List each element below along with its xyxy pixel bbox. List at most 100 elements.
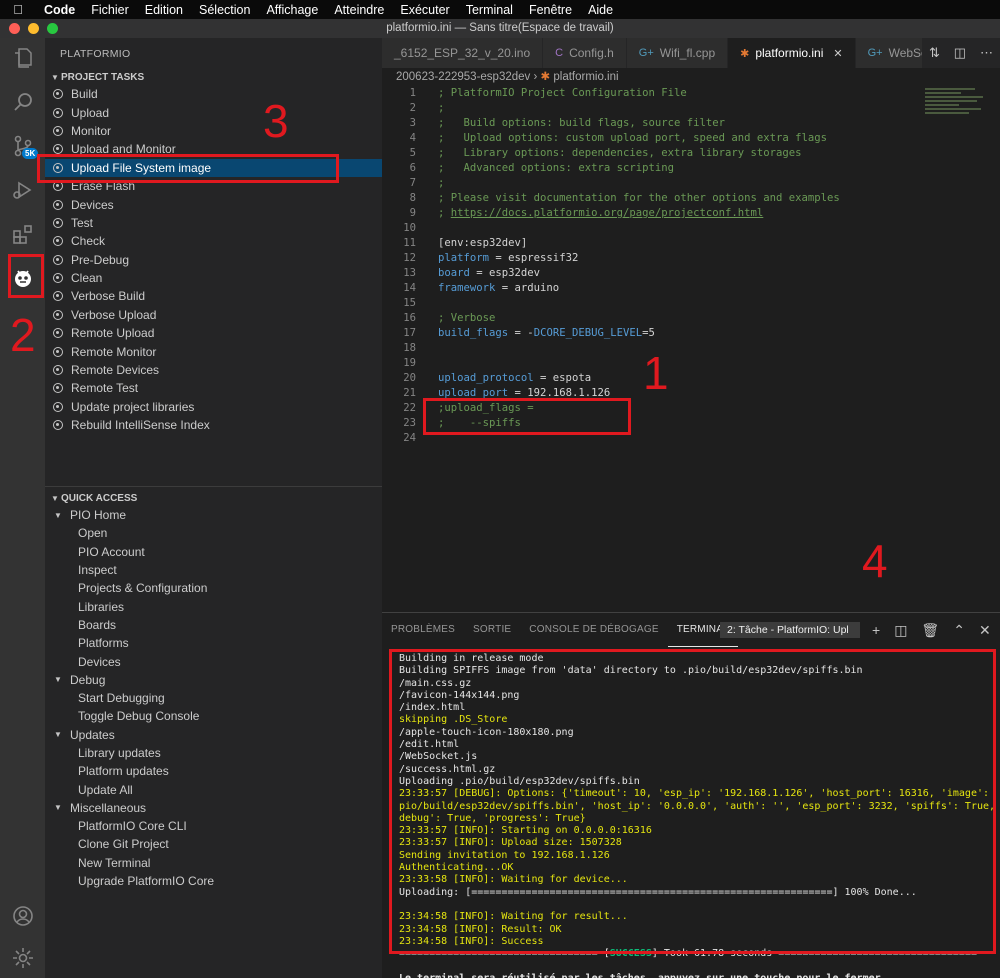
add-terminal-icon[interactable]: + (872, 622, 880, 639)
task-item[interactable]: Check (45, 232, 382, 250)
quick-access-group[interactable]: ▼ Debug (45, 671, 382, 689)
menu-affichage[interactable]: Affichage (258, 3, 326, 17)
quick-access-item[interactable]: Platforms (45, 634, 382, 652)
menu-aide[interactable]: Aide (580, 3, 621, 17)
quick-access-item[interactable]: PIO Account (45, 543, 382, 561)
task-item[interactable]: Upload (45, 103, 382, 121)
extensions-icon[interactable] (0, 214, 45, 254)
editor-tab-label: _6152_ESP_32_v_20.ino (394, 46, 531, 60)
explorer-icon[interactable] (0, 38, 45, 78)
menu-terminal[interactable]: Terminal (458, 3, 521, 17)
quick-access-item[interactable]: Update All (45, 780, 382, 798)
annotation-number-2: 2 (10, 309, 36, 361)
menu-executer[interactable]: Exécuter (392, 3, 457, 17)
task-item[interactable]: Remote Monitor (45, 342, 382, 360)
quick-access-item[interactable]: Upgrade PlatformIO Core (45, 872, 382, 890)
quick-access-item[interactable]: Libraries (45, 597, 382, 615)
task-circle-icon (53, 309, 63, 320)
quick-access-item[interactable]: Library updates (45, 744, 382, 762)
panel-tab[interactable]: SORTIE (464, 613, 520, 647)
menu-fichier[interactable]: Fichier (83, 3, 137, 17)
editor-tab-label: Wifi_fl.cpp (659, 46, 716, 60)
apple-icon[interactable]:  (0, 2, 36, 17)
task-item[interactable]: Build (45, 85, 382, 103)
compare-changes-icon[interactable]: ⇅ (929, 45, 940, 61)
quick-access-item[interactable]: Open (45, 524, 382, 542)
task-label: Devices (71, 197, 114, 212)
split-terminal-icon[interactable]: ◫ (894, 622, 907, 639)
gear-icon[interactable] (0, 938, 45, 978)
quick-access-item[interactable]: Start Debugging (45, 689, 382, 707)
menu-app[interactable]: Code (36, 3, 83, 17)
task-item[interactable]: Monitor (45, 122, 382, 140)
editor-tab[interactable]: _6152_ESP_32_v_20.ino (382, 38, 544, 68)
quick-access-group[interactable]: ▼ Miscellaneous (45, 799, 382, 817)
line-content: board = esp32dev (416, 266, 540, 281)
panel-tab[interactable]: PROBLÈMES (382, 613, 464, 647)
code-token: =5 (642, 327, 655, 339)
quick-access-group[interactable]: ▼ PIO Home (45, 506, 382, 524)
editor-actions: ⇅ ◫ ⋯ (922, 38, 1000, 68)
task-item[interactable]: Test (45, 214, 382, 232)
menu-fenetre[interactable]: Fenêtre (521, 3, 580, 17)
editor-tab[interactable]: G+ Wifi_fl.cpp (626, 38, 729, 68)
quick-access-item[interactable]: Devices (45, 652, 382, 670)
project-tasks-header[interactable]: ▼ PROJECT TASKS (45, 68, 382, 86)
quick-access-item[interactable]: Clone Git Project (45, 835, 382, 853)
line-number: 8 (409, 192, 416, 204)
quick-access-item[interactable]: New Terminal (45, 854, 382, 872)
menu-atteindre[interactable]: Atteindre (326, 3, 392, 17)
task-item[interactable]: Verbose Upload (45, 306, 382, 324)
close-window-button[interactable] (9, 23, 20, 34)
task-item[interactable]: Devices (45, 195, 382, 213)
quick-access-item[interactable]: Inspect (45, 561, 382, 579)
task-item[interactable]: Verbose Build (45, 287, 382, 305)
traffic-lights (9, 23, 58, 34)
code-line: 15 (382, 296, 922, 311)
breadcrumb-folder[interactable]: 200623-222953-esp32dev (396, 71, 530, 83)
task-circle-icon (53, 199, 63, 210)
account-icon[interactable] (0, 896, 45, 936)
quick-access-item[interactable]: Projects & Configuration (45, 579, 382, 597)
menu-edition[interactable]: Edition (137, 3, 191, 17)
quick-access-item[interactable]: Boards (45, 616, 382, 634)
editor-tab[interactable]: C Config.h (543, 38, 627, 68)
task-item[interactable]: Rebuild IntelliSense Index (45, 416, 382, 434)
panel-tab[interactable]: CONSOLE DE DÉBOGAGE (520, 613, 667, 647)
minimap[interactable] (925, 86, 987, 126)
line-number: 23 (403, 417, 416, 429)
menu-selection[interactable]: Sélection (191, 3, 258, 17)
task-item[interactable]: Update project libraries (45, 398, 382, 416)
code-token: ; Upload options: custom upload port, sp… (438, 132, 828, 144)
quick-access-item[interactable]: PlatformIO Core CLI (45, 817, 382, 835)
zoom-window-button[interactable] (47, 23, 58, 34)
project-tasks-list: Build Upload Monitor Upload and Monitor Uplo… (45, 85, 382, 434)
task-item[interactable]: Remote Upload (45, 324, 382, 342)
c-header-file-icon: C (555, 47, 564, 59)
editor-tab[interactable]: ✱ platformio.ini ✕ (728, 38, 856, 68)
task-item[interactable]: Remote Test (45, 379, 382, 397)
trash-icon[interactable]: 🗑 (921, 622, 939, 639)
line-content (416, 221, 438, 236)
quick-access-header[interactable]: ▼ QUICK ACCESS (45, 489, 382, 507)
minimize-window-button[interactable] (28, 23, 39, 34)
chevron-down-icon: ▼ (51, 493, 59, 503)
code-token: = esp32dev (469, 267, 541, 279)
close-panel-icon[interactable]: ✕ (979, 622, 991, 639)
quick-access-group-label: Updates (70, 727, 115, 742)
line-content: ; Advanced options: extra scripting (416, 161, 674, 176)
terminal-select[interactable]: 2: Tâche - PlatformIO: Upl (720, 622, 860, 638)
maximize-panel-icon[interactable]: ⌃ (953, 622, 965, 639)
quick-access-item[interactable]: Toggle Debug Console (45, 707, 382, 725)
search-icon[interactable] (0, 82, 45, 122)
split-editor-icon[interactable]: ◫ (954, 45, 966, 61)
quick-access-group[interactable]: ▼ Updates (45, 726, 382, 744)
more-actions-icon[interactable]: ⋯ (980, 45, 993, 61)
task-item[interactable]: Pre-Debug (45, 251, 382, 269)
breadcrumb-file[interactable]: platformio.ini (553, 71, 618, 83)
task-item[interactable]: Clean (45, 269, 382, 287)
close-icon[interactable]: ✕ (833, 47, 842, 60)
quick-access-item-label: Update All (78, 782, 133, 797)
task-item[interactable]: Remote Devices (45, 361, 382, 379)
quick-access-item[interactable]: Platform updates (45, 762, 382, 780)
